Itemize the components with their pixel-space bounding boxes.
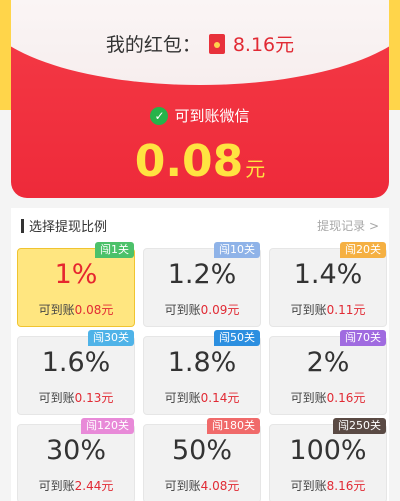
arrive-line: 可到账2.44元 — [18, 477, 134, 494]
arrive-amount: 0.13元 — [74, 391, 114, 405]
arrive-label: 可到账 — [38, 391, 75, 405]
arrive-line: 可到账0.16元 — [270, 389, 386, 406]
arrive-label: 可到账 — [290, 303, 327, 317]
withdraw-amount-value: 0.08 — [134, 136, 244, 187]
level-tag: 闯120关 — [81, 418, 134, 434]
ratio-option[interactable]: 闯50关 1.8% 可到账0.14元 — [143, 330, 261, 415]
ratio-percent: 2% — [306, 347, 350, 378]
arrive-line: 可到账4.08元 — [144, 477, 260, 494]
level-tag: 闯10关 — [214, 242, 260, 258]
ratio-option[interactable]: 闯70关 2% 可到账0.16元 — [269, 330, 387, 415]
check-icon: ✓ — [150, 106, 169, 125]
withdraw-amount-unit: 元 — [245, 157, 266, 181]
arrive-line: 可到账0.14元 — [144, 389, 260, 406]
withdraw-record-link[interactable]: 提现记录 > — [317, 217, 379, 234]
arrive-amount: 0.14元 — [200, 391, 240, 405]
arrive-amount: 4.08元 — [200, 479, 240, 493]
ratio-percent: 100% — [289, 435, 367, 466]
hongbao-card: 我的红包： 8.16元 ✓ 可到账微信 0.08 元 — [11, 0, 389, 198]
arrive-amount: 0.11元 — [326, 303, 366, 317]
arrive-label: 可到账 — [38, 303, 75, 317]
ratio-percent: 1.4% — [293, 259, 363, 290]
level-tag: 闯70关 — [340, 330, 386, 346]
section-title: 选择提现比例 — [21, 216, 107, 235]
arrive-line: 可到账8.16元 — [270, 477, 386, 494]
arrive-amount: 0.08元 — [74, 303, 114, 317]
ratio-percent: 30% — [45, 435, 106, 466]
ratio-option[interactable]: 闯250关 100% 可到账8.16元 — [269, 418, 387, 501]
arrive-amount: 8.16元 — [326, 479, 366, 493]
arrive-line: 可到账0.13元 — [18, 389, 134, 406]
my-hongbao-label: 我的红包： — [105, 34, 201, 56]
ratio-option[interactable]: 闯120关 30% 可到账2.44元 — [17, 418, 135, 501]
arrive-label: 可到账 — [164, 391, 201, 405]
arrive-line: 可到账0.09元 — [144, 301, 260, 318]
ratio-grid: 闯1关 1% 可到账0.08元 闯10关 1.2% 可到账0.09元 闯20关 … — [17, 242, 387, 501]
ratio-percent: 1.2% — [167, 259, 237, 290]
arrive-amount: 0.16元 — [326, 391, 366, 405]
withdraw-amount: 0.08 元 — [11, 136, 389, 187]
ratio-option[interactable]: 闯10关 1.2% 可到账0.09元 — [143, 242, 261, 327]
ratio-option[interactable]: 闯180关 50% 可到账4.08元 — [143, 418, 261, 501]
hongbao-amount: 8.16元 — [232, 34, 295, 56]
wechat-row: ✓ 可到账微信 — [11, 105, 389, 126]
level-tag: 闯250关 — [333, 418, 386, 434]
arrive-line: 可到账0.08元 — [18, 301, 134, 318]
section-title-text: 选择提现比例 — [29, 220, 108, 235]
ratio-option[interactable]: 闯30关 1.6% 可到账0.13元 — [17, 330, 135, 415]
arrive-label: 可到账 — [290, 391, 327, 405]
arrive-amount: 0.09元 — [200, 303, 240, 317]
arrive-label: 可到账 — [290, 479, 327, 493]
ratio-percent: 1.6% — [41, 347, 111, 378]
my-hongbao-row: 我的红包： 8.16元 — [11, 30, 389, 57]
red-envelope-icon — [208, 33, 225, 54]
ratio-option[interactable]: 闯1关 1% 可到账0.08元 — [17, 242, 135, 327]
arrive-amount: 2.44元 — [74, 479, 114, 493]
arrive-label: 可到账 — [164, 479, 201, 493]
ratio-percent: 1% — [54, 259, 98, 290]
level-tag: 闯30关 — [88, 330, 134, 346]
ratio-percent: 1.8% — [167, 347, 237, 378]
level-tag: 闯180关 — [207, 418, 260, 434]
arrive-label: 可到账 — [164, 303, 201, 317]
ratio-panel: 选择提现比例 提现记录 > 闯1关 1% 可到账0.08元 闯10关 1.2% … — [11, 208, 389, 501]
level-tag: 闯20关 — [340, 242, 386, 258]
section-bar — [21, 218, 24, 233]
level-tag: 闯50关 — [214, 330, 260, 346]
arrive-line: 可到账0.11元 — [270, 301, 386, 318]
arrive-label: 可到账 — [38, 479, 75, 493]
ratio-percent: 50% — [171, 435, 232, 466]
ratio-option[interactable]: 闯20关 1.4% 可到账0.11元 — [269, 242, 387, 327]
wechat-label: 可到账微信 — [174, 107, 250, 125]
level-tag: 闯1关 — [95, 242, 134, 258]
